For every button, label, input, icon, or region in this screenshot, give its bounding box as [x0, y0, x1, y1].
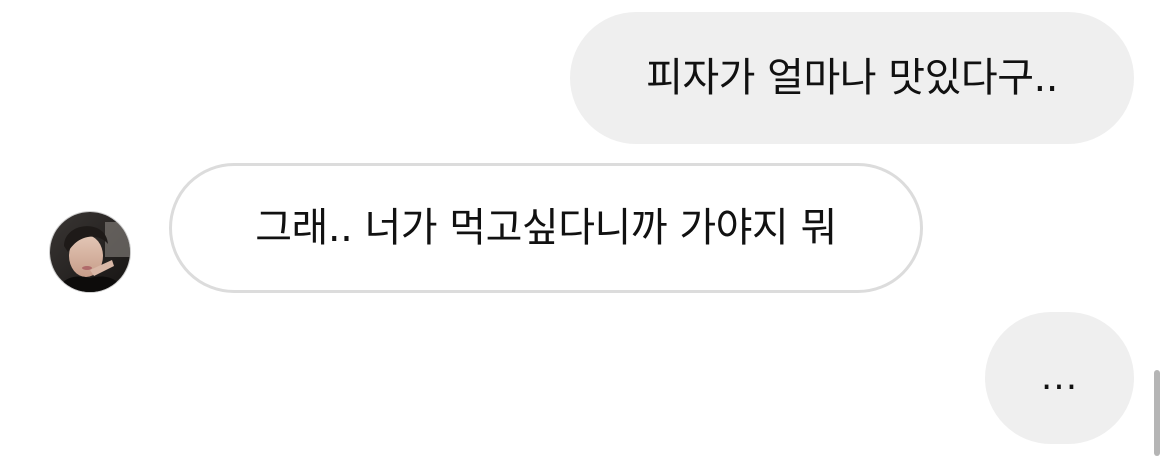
outgoing-message-bubble[interactable]: ... [985, 312, 1134, 444]
contact-avatar[interactable] [49, 211, 131, 293]
message-text: 그래.. 너가 먹고싶다니까 가야지 뭐 [255, 205, 837, 251]
chat-thread[interactable]: 피자가 얼마나 맛있다구.. 그래.. 너가 먹고싶다니까 가야지 뭐 ... [0, 0, 1170, 456]
incoming-message-bubble[interactable]: 그래.. 너가 먹고싶다니까 가야지 뭐 [169, 163, 923, 293]
message-text: 피자가 얼마나 맛있다구.. [646, 55, 1058, 101]
scrollbar[interactable] [1154, 370, 1160, 456]
outgoing-message-bubble[interactable]: 피자가 얼마나 맛있다구.. [570, 12, 1134, 144]
profile-photo-icon [50, 212, 130, 292]
message-text: ... [1040, 357, 1079, 398]
